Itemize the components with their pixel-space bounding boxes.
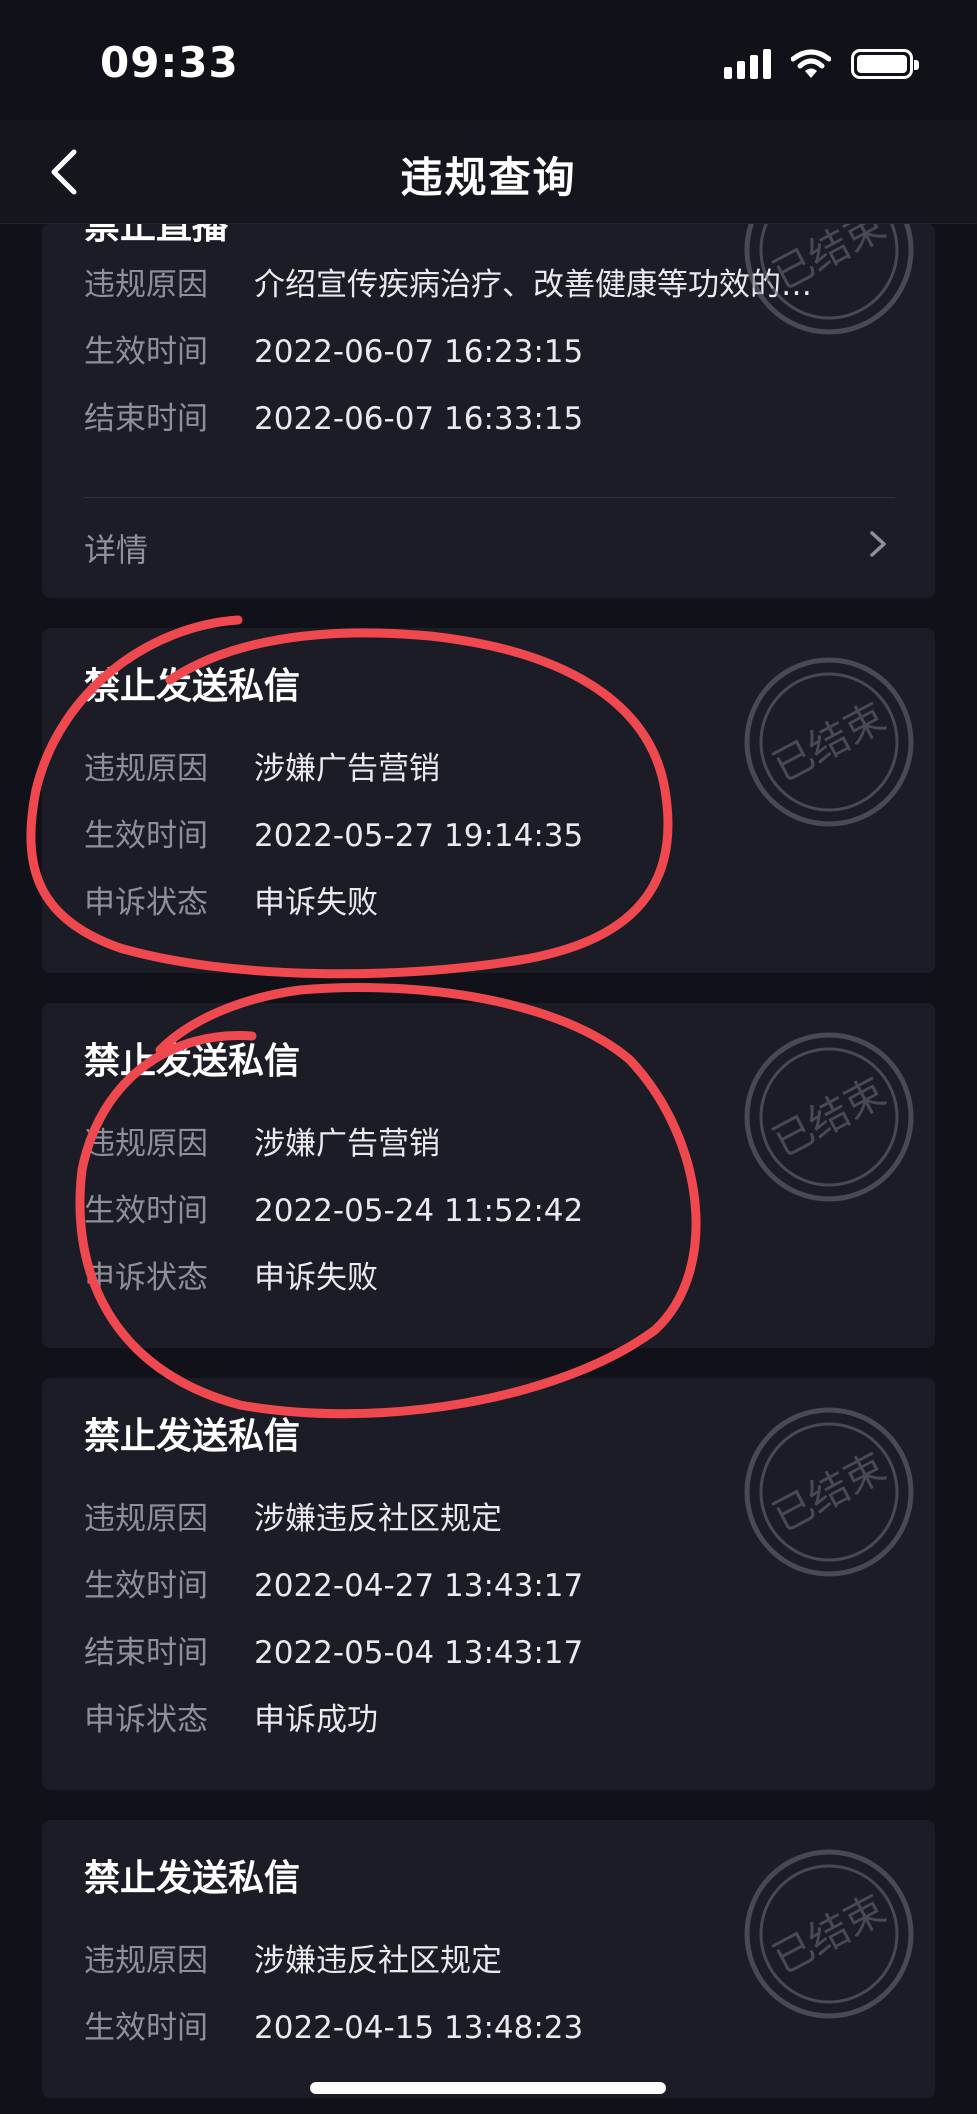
appeal-status-value: 申诉失败	[254, 885, 378, 921]
ended-stamp-icon: 已结束	[744, 1407, 914, 1577]
page-title: 违规查询	[400, 153, 577, 202]
stamp-text: 已结束	[766, 694, 894, 791]
effective-time-value: 2022-06-07 16:23:15	[254, 334, 584, 370]
appeal-status-row: 申诉状态 申诉失败	[84, 1245, 895, 1312]
battery-icon	[851, 49, 919, 79]
effective-time-value: 2022-04-15 13:48:23	[254, 2010, 584, 2046]
reason-label: 违规原因	[84, 1943, 208, 1979]
reason-value: 介绍宣传疾病治疗、改善健康等功效的…	[254, 267, 812, 303]
violation-card[interactable]: 已结束 禁止发送私信 违规原因 涉嫌违反社区规定 生效时间 2022-04-27…	[42, 1378, 935, 1790]
stamp-text: 已结束	[766, 224, 894, 299]
reason-value: 涉嫌违反社区规定	[254, 1943, 502, 1979]
violation-card[interactable]: 已结束 禁止发送私信 违规原因 涉嫌违反社区规定 生效时间 2022-04-15…	[42, 1820, 935, 2098]
effective-time-label: 生效时间	[84, 1193, 208, 1229]
home-indicator	[310, 2082, 666, 2094]
reason-value: 涉嫌广告营销	[254, 751, 440, 787]
end-time-value: 2022-06-07 16:33:15	[254, 401, 584, 437]
stamp-text: 已结束	[766, 1069, 894, 1166]
violation-card[interactable]: 已结束 禁止发送私信 违规原因 涉嫌广告营销 生效时间 2022-05-27 1…	[42, 628, 935, 973]
end-time-label: 结束时间	[84, 1635, 208, 1671]
violation-list: 已结束 禁止直播 违规原因 介绍宣传疾病治疗、改善健康等功效的… 生效时间 20…	[42, 224, 935, 2114]
end-time-value: 2022-05-04 13:43:17	[254, 1635, 584, 1671]
effective-time-value: 2022-05-24 11:52:42	[254, 1193, 584, 1229]
status-time: 09:33	[100, 38, 239, 87]
reason-label: 违规原因	[84, 751, 208, 787]
stamp-text: 已结束	[766, 1444, 894, 1541]
violation-card[interactable]: 已结束 禁止直播 违规原因 介绍宣传疾病治疗、改善健康等功效的… 生效时间 20…	[42, 224, 935, 598]
ended-stamp-icon: 已结束	[744, 1849, 914, 2019]
screen: 09:33 违规查询 已结束 禁止直播 违规原因 介绍宣传疾病治疗、改善健康等功…	[0, 0, 977, 2114]
appeal-status-label: 申诉状态	[84, 1702, 208, 1738]
ended-stamp-icon: 已结束	[744, 224, 914, 335]
effective-time-value: 2022-04-27 13:43:17	[254, 1568, 584, 1604]
effective-time-value: 2022-05-27 19:14:35	[254, 818, 584, 854]
appeal-status-value: 申诉成功	[254, 1702, 378, 1738]
ended-stamp-icon: 已结束	[744, 1032, 914, 1202]
reason-label: 违规原因	[84, 1126, 208, 1162]
end-time-label: 结束时间	[84, 401, 208, 437]
details-label: 详情	[84, 531, 149, 569]
appeal-status-label: 申诉状态	[84, 885, 208, 921]
ended-stamp-icon: 已结束	[744, 657, 914, 827]
effective-time-label: 生效时间	[84, 334, 208, 370]
end-time-row: 结束时间 2022-06-07 16:33:15	[84, 386, 895, 453]
nav-bar: 违规查询	[0, 120, 977, 224]
details-link[interactable]: 详情	[84, 498, 895, 598]
effective-time-label: 生效时间	[84, 1568, 208, 1604]
chevron-right-icon	[859, 526, 895, 570]
cellular-signal-icon	[724, 49, 771, 79]
reason-label: 违规原因	[84, 267, 208, 303]
reason-label: 违规原因	[84, 1501, 208, 1537]
violation-card[interactable]: 已结束 禁止发送私信 违规原因 涉嫌广告营销 生效时间 2022-05-24 1…	[42, 1003, 935, 1348]
status-icons	[724, 48, 919, 80]
status-bar: 09:33	[0, 0, 977, 120]
wifi-icon	[791, 49, 831, 78]
reason-value: 涉嫌违反社区规定	[254, 1501, 502, 1537]
stamp-text: 已结束	[766, 1886, 894, 1983]
appeal-status-row: 申诉状态 申诉失败	[84, 870, 895, 937]
appeal-status-value: 申诉失败	[254, 1260, 378, 1296]
appeal-status-label: 申诉状态	[84, 1260, 208, 1296]
end-time-row: 结束时间 2022-05-04 13:43:17	[84, 1620, 895, 1687]
appeal-status-row: 申诉状态 申诉成功	[84, 1687, 895, 1754]
reason-value: 涉嫌广告营销	[254, 1126, 440, 1162]
effective-time-label: 生效时间	[84, 2010, 208, 2046]
effective-time-label: 生效时间	[84, 818, 208, 854]
